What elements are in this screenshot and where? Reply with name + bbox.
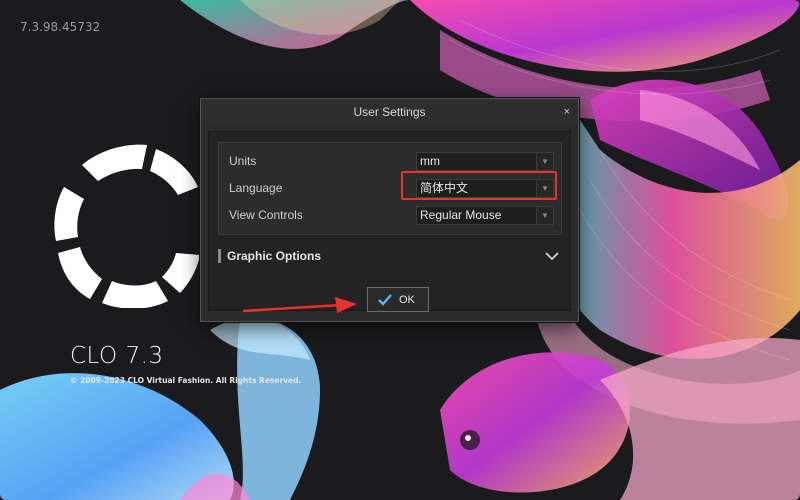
graphic-options-label: Graphic Options (227, 249, 322, 263)
view-controls-row: View Controls Regular Mouse ▼ (219, 204, 561, 226)
language-highlight-box (401, 171, 557, 200)
units-select[interactable]: mm ▼ (416, 152, 554, 171)
section-marker (218, 249, 221, 263)
check-icon (378, 294, 392, 306)
dialog-body: Units mm ▼ Language 简体中文 ▼ View Controls… (208, 131, 571, 312)
language-label: Language (229, 181, 283, 195)
ok-label: OK (399, 294, 415, 306)
clo-logo (54, 144, 200, 308)
dialog-title: User Settings (353, 105, 426, 119)
units-label: Units (229, 154, 257, 168)
units-row: Units mm ▼ (219, 150, 561, 172)
dialog-titlebar: User Settings × (201, 99, 578, 125)
units-value: mm (420, 154, 440, 168)
product-name: CLO 7.3 (70, 343, 164, 369)
ok-button[interactable]: OK (367, 287, 429, 312)
view-controls-value: Regular Mouse (420, 208, 502, 222)
version-label: 7.3.98.45732 (20, 20, 101, 34)
chevron-down-icon: ▼ (536, 153, 553, 170)
close-icon[interactable]: × (564, 99, 570, 125)
chevron-down-icon[interactable] (544, 248, 560, 264)
view-controls-label: View Controls (229, 208, 303, 222)
graphic-options-header[interactable]: Graphic Options (218, 244, 562, 268)
copyright-text: © 2009-2023 CLO Virtual Fashion. All Rig… (70, 376, 302, 385)
chevron-down-icon: ▼ (536, 207, 553, 224)
view-controls-select[interactable]: Regular Mouse ▼ (416, 206, 554, 225)
user-settings-dialog: User Settings × Units mm ▼ Language 简体中文… (200, 98, 579, 322)
arrow-annotation-icon (243, 297, 357, 313)
